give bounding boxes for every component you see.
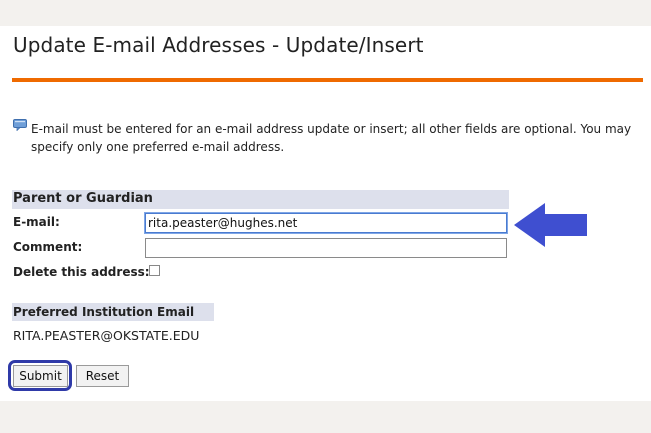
comment-label: Comment: <box>13 240 83 254</box>
section-header-preferred-email: Preferred Institution Email <box>12 303 214 321</box>
info-message: E-mail must be entered for an e-mail add… <box>31 122 632 154</box>
content-panel: Update E-mail Addresses - Update/Insert … <box>0 26 651 401</box>
submit-highlight-annotation <box>8 360 72 391</box>
preferred-email-value: RITA.PEASTER@OKSTATE.EDU <box>13 328 200 343</box>
info-icon <box>13 119 27 131</box>
delete-address-checkbox[interactable] <box>149 265 160 276</box>
section-header-parent-guardian: Parent or Guardian <box>12 190 509 209</box>
arrow-pointer-icon <box>514 203 587 247</box>
comment-field[interactable] <box>145 238 507 258</box>
title-divider <box>12 78 643 82</box>
email-field[interactable] <box>145 213 507 233</box>
reset-button[interactable]: Reset <box>76 365 129 387</box>
delete-address-label: Delete this address: <box>13 265 150 279</box>
email-label: E-mail: <box>13 215 60 229</box>
page-title: Update E-mail Addresses - Update/Insert <box>13 33 424 57</box>
